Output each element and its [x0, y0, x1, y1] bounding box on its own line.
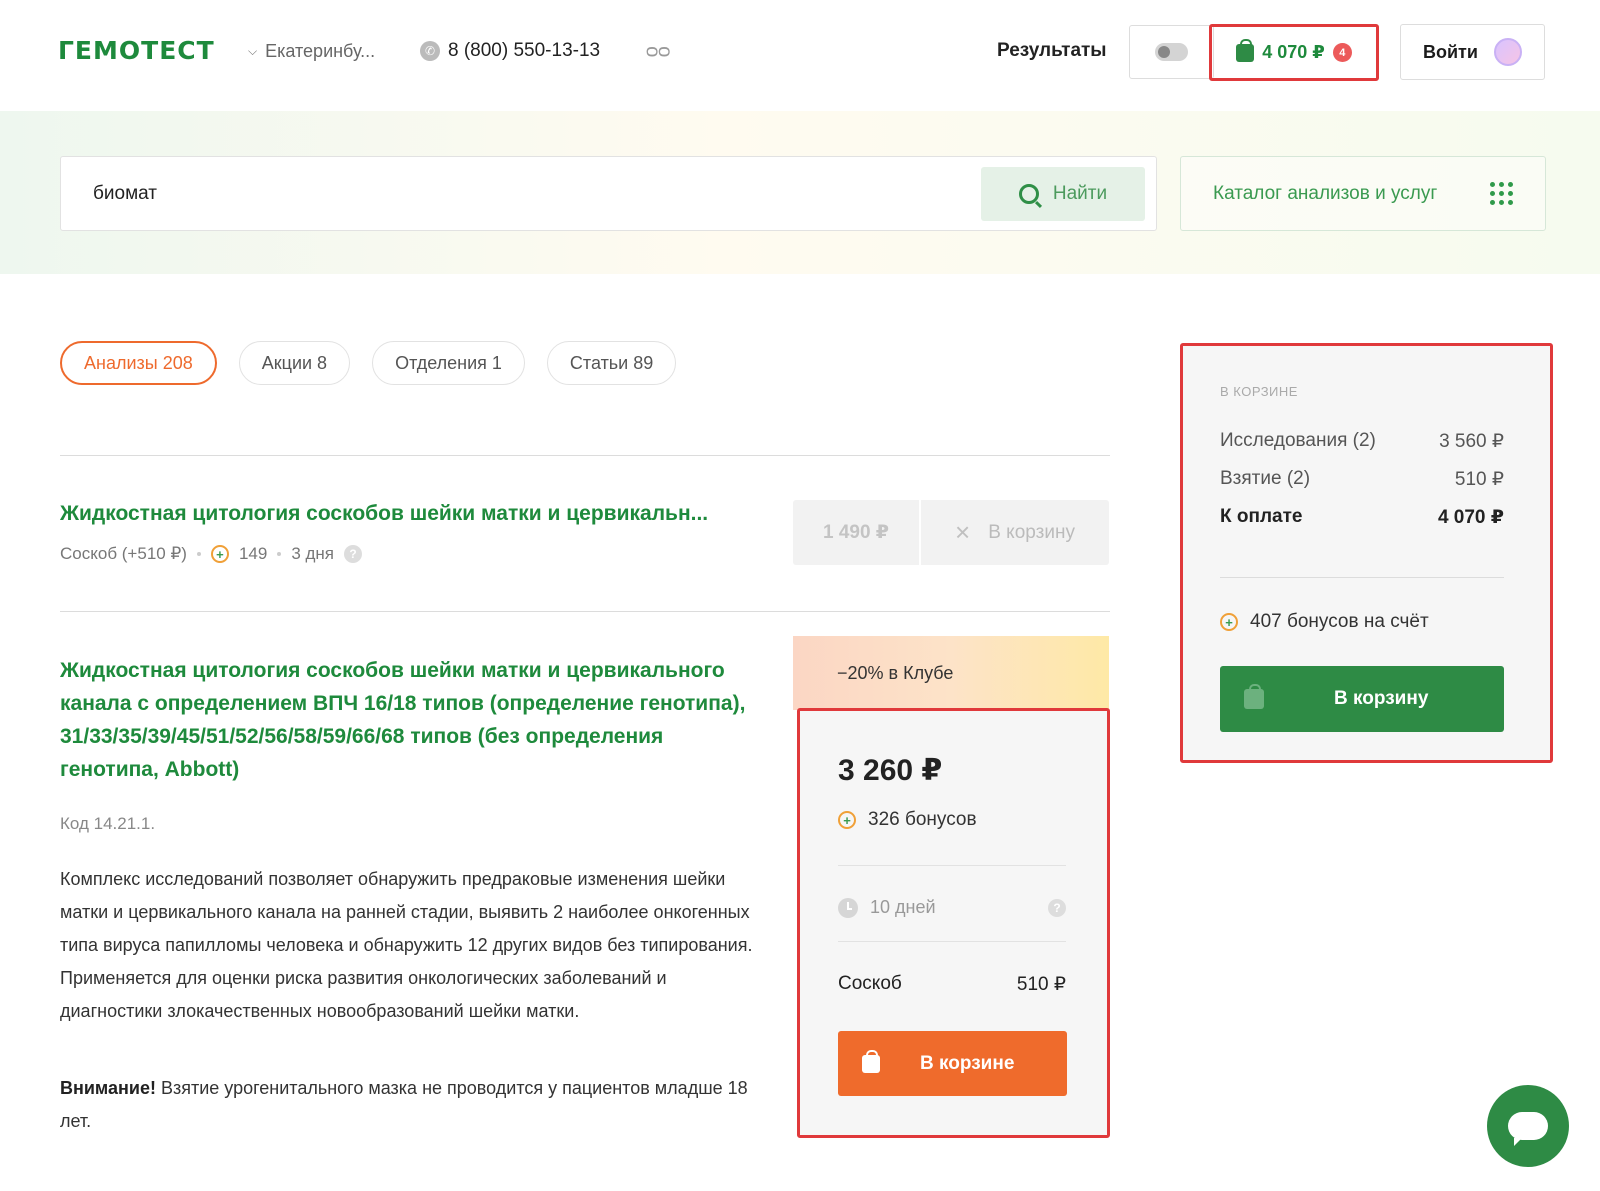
shopping-bag-icon: [1236, 38, 1255, 62]
search-icon: [1018, 184, 1039, 204]
club-discount-label: −20% в Клубе: [837, 663, 954, 683]
summary-row-value: 510 ₽: [1454, 469, 1504, 490]
tab-analyses[interactable]: Анализы 208: [60, 341, 217, 385]
search-button[interactable]: Найти: [981, 167, 1145, 221]
avatar-icon: [1494, 38, 1522, 66]
item1-sample: Соскоб (+510 ₽): [60, 544, 187, 563]
theme-toggle-box[interactable]: [1129, 25, 1214, 79]
item2-duration: 10 дней: [870, 897, 936, 917]
city-label: Екатеринбу...: [265, 41, 376, 61]
summary-row-sampling: Взятие (2) 510 ₽: [1220, 468, 1504, 491]
bonus-plus-icon: +: [1220, 613, 1238, 631]
tab-articles[interactable]: Статьи 89: [546, 341, 677, 385]
item1-duration: 3 дня: [291, 544, 335, 563]
help-icon[interactable]: ?: [1048, 898, 1066, 917]
item1-add-to-cart-button[interactable]: × В корзину: [921, 500, 1109, 565]
search-query: биомат: [93, 183, 157, 204]
site-header: ГЕМОТЕСТ ⌵ Екатеринбу... ✆ 8 (800) 550-1…: [0, 0, 1600, 111]
cart-summary-panel: В КОРЗИНЕ Исследования (2) 3 560 ₽ Взяти…: [1180, 343, 1553, 763]
item2-sample-label: Соскоб: [838, 973, 902, 994]
city-selector[interactable]: ⌵ Екатеринбу...: [248, 41, 375, 62]
header-cart-button[interactable]: 4 070 ₽ 4: [1209, 24, 1379, 81]
phone-number: 8 (800) 550-13-13: [448, 40, 601, 61]
item2-warning: Внимание! Взятие урогенитального мазка н…: [60, 1072, 760, 1138]
summary-row-studies: Исследования (2) 3 560 ₽: [1220, 430, 1504, 453]
go-to-cart-label: В корзину: [1334, 688, 1429, 709]
login-label: Войти: [1423, 41, 1478, 62]
warning-text: Взятие урогенитального мазка не проводит…: [60, 1078, 748, 1131]
warning-label: Внимание!: [60, 1078, 156, 1098]
bonus-plus-icon: +: [838, 811, 856, 829]
summary-row-value: 4 070 ₽: [1437, 507, 1504, 528]
accessibility-glasses-icon[interactable]: ᴑᴑ: [646, 40, 670, 63]
item2-sample-row: Соскоб 510 ₽: [838, 973, 1066, 996]
clock-icon: [838, 897, 858, 918]
club-discount-banner: −20% в Клубе: [793, 636, 1109, 710]
item1-price-block: 1 490 ₽ × В корзину: [793, 500, 1109, 565]
item2-bonus: + 326 бонусов: [838, 809, 977, 831]
catalog-label: Каталог анализов и услуг: [1213, 182, 1438, 204]
catalog-button[interactable]: Каталог анализов и услуг: [1180, 156, 1546, 231]
go-to-cart-button[interactable]: В корзину: [1220, 666, 1504, 732]
item2-description: Комплекс исследований позволяет обнаружи…: [60, 869, 753, 1021]
item1-cart-label: В корзину: [988, 521, 1075, 543]
toggle-switch[interactable]: [1155, 43, 1188, 61]
item2-code: Код 14.21.1.: [60, 814, 156, 833]
results-link[interactable]: Результаты: [997, 40, 1107, 62]
summary-row-total: К оплате 4 070 ₽: [1220, 506, 1504, 529]
summary-bonus: + 407 бонусов на счёт: [1220, 611, 1429, 633]
item1-title-link[interactable]: Жидкостная цитология соскобов шейки матк…: [60, 502, 708, 526]
tab-promotions[interactable]: Акции 8: [238, 341, 351, 385]
shopping-bag-icon: [862, 1049, 880, 1073]
cart-summary-heading: В КОРЗИНЕ: [1220, 384, 1298, 399]
chat-button[interactable]: [1487, 1085, 1569, 1167]
item2-title-link[interactable]: Жидкостная цитология соскобов шейки матк…: [60, 654, 760, 786]
summary-bonus-label: 407 бонусов на счёт: [1250, 611, 1429, 632]
phone-link[interactable]: ✆ 8 (800) 550-13-13: [420, 40, 600, 62]
in-cart-label: В корзине: [920, 1052, 1015, 1074]
search-input[interactable]: биомат Найти: [60, 156, 1157, 231]
item1-price: 1 490 ₽: [793, 500, 921, 565]
item2-bonus-label: 326 бонусов: [868, 809, 977, 830]
help-icon[interactable]: ?: [344, 545, 363, 563]
divider: [60, 455, 1110, 456]
item2-price-card: 3 260 ₽ + 326 бонусов 10 дней ? Соскоб 5…: [797, 708, 1110, 1138]
summary-row-label: Исследования (2): [1220, 430, 1376, 451]
divider: [838, 865, 1066, 866]
grid-icon: [1490, 182, 1513, 205]
separator-dot: [277, 552, 282, 556]
summary-row-value: 3 560 ₽: [1439, 431, 1504, 452]
phone-icon: ✆: [420, 41, 440, 61]
item2-sample-price: 510 ₽: [1016, 974, 1066, 995]
login-button[interactable]: Войти: [1400, 24, 1545, 80]
item2-duration-row: 10 дней ?: [838, 897, 1066, 918]
in-cart-button[interactable]: В корзине: [838, 1031, 1067, 1096]
result-tabs: Анализы 208 Акции 8 Отделения 1 Статьи 8…: [60, 341, 677, 385]
search-button-label: Найти: [1052, 183, 1108, 204]
summary-row-label: К оплате: [1220, 506, 1303, 527]
item2-price: 3 260 ₽: [838, 754, 943, 787]
chat-icon: [1508, 1112, 1548, 1146]
header-cart-total: 4 070 ₽: [1262, 42, 1325, 62]
bonus-plus-icon: +: [210, 545, 229, 563]
chevron-down-icon: ⌵: [248, 44, 258, 58]
item1-bonus: 149: [238, 544, 268, 563]
summary-row-label: Взятие (2): [1220, 468, 1311, 489]
divider: [1220, 577, 1504, 578]
divider: [60, 611, 1110, 612]
logo[interactable]: ГЕМОТЕСТ: [58, 36, 215, 65]
divider: [838, 941, 1066, 942]
separator-dot: [196, 552, 201, 556]
shopping-bag-icon: [1244, 684, 1264, 709]
cart-count-badge: 4: [1332, 43, 1352, 62]
item1-meta: Соскоб (+510 ₽) + 149 3 дня ?: [60, 544, 363, 564]
tab-branches[interactable]: Отделения 1: [372, 341, 525, 385]
close-icon: ×: [955, 517, 971, 547]
